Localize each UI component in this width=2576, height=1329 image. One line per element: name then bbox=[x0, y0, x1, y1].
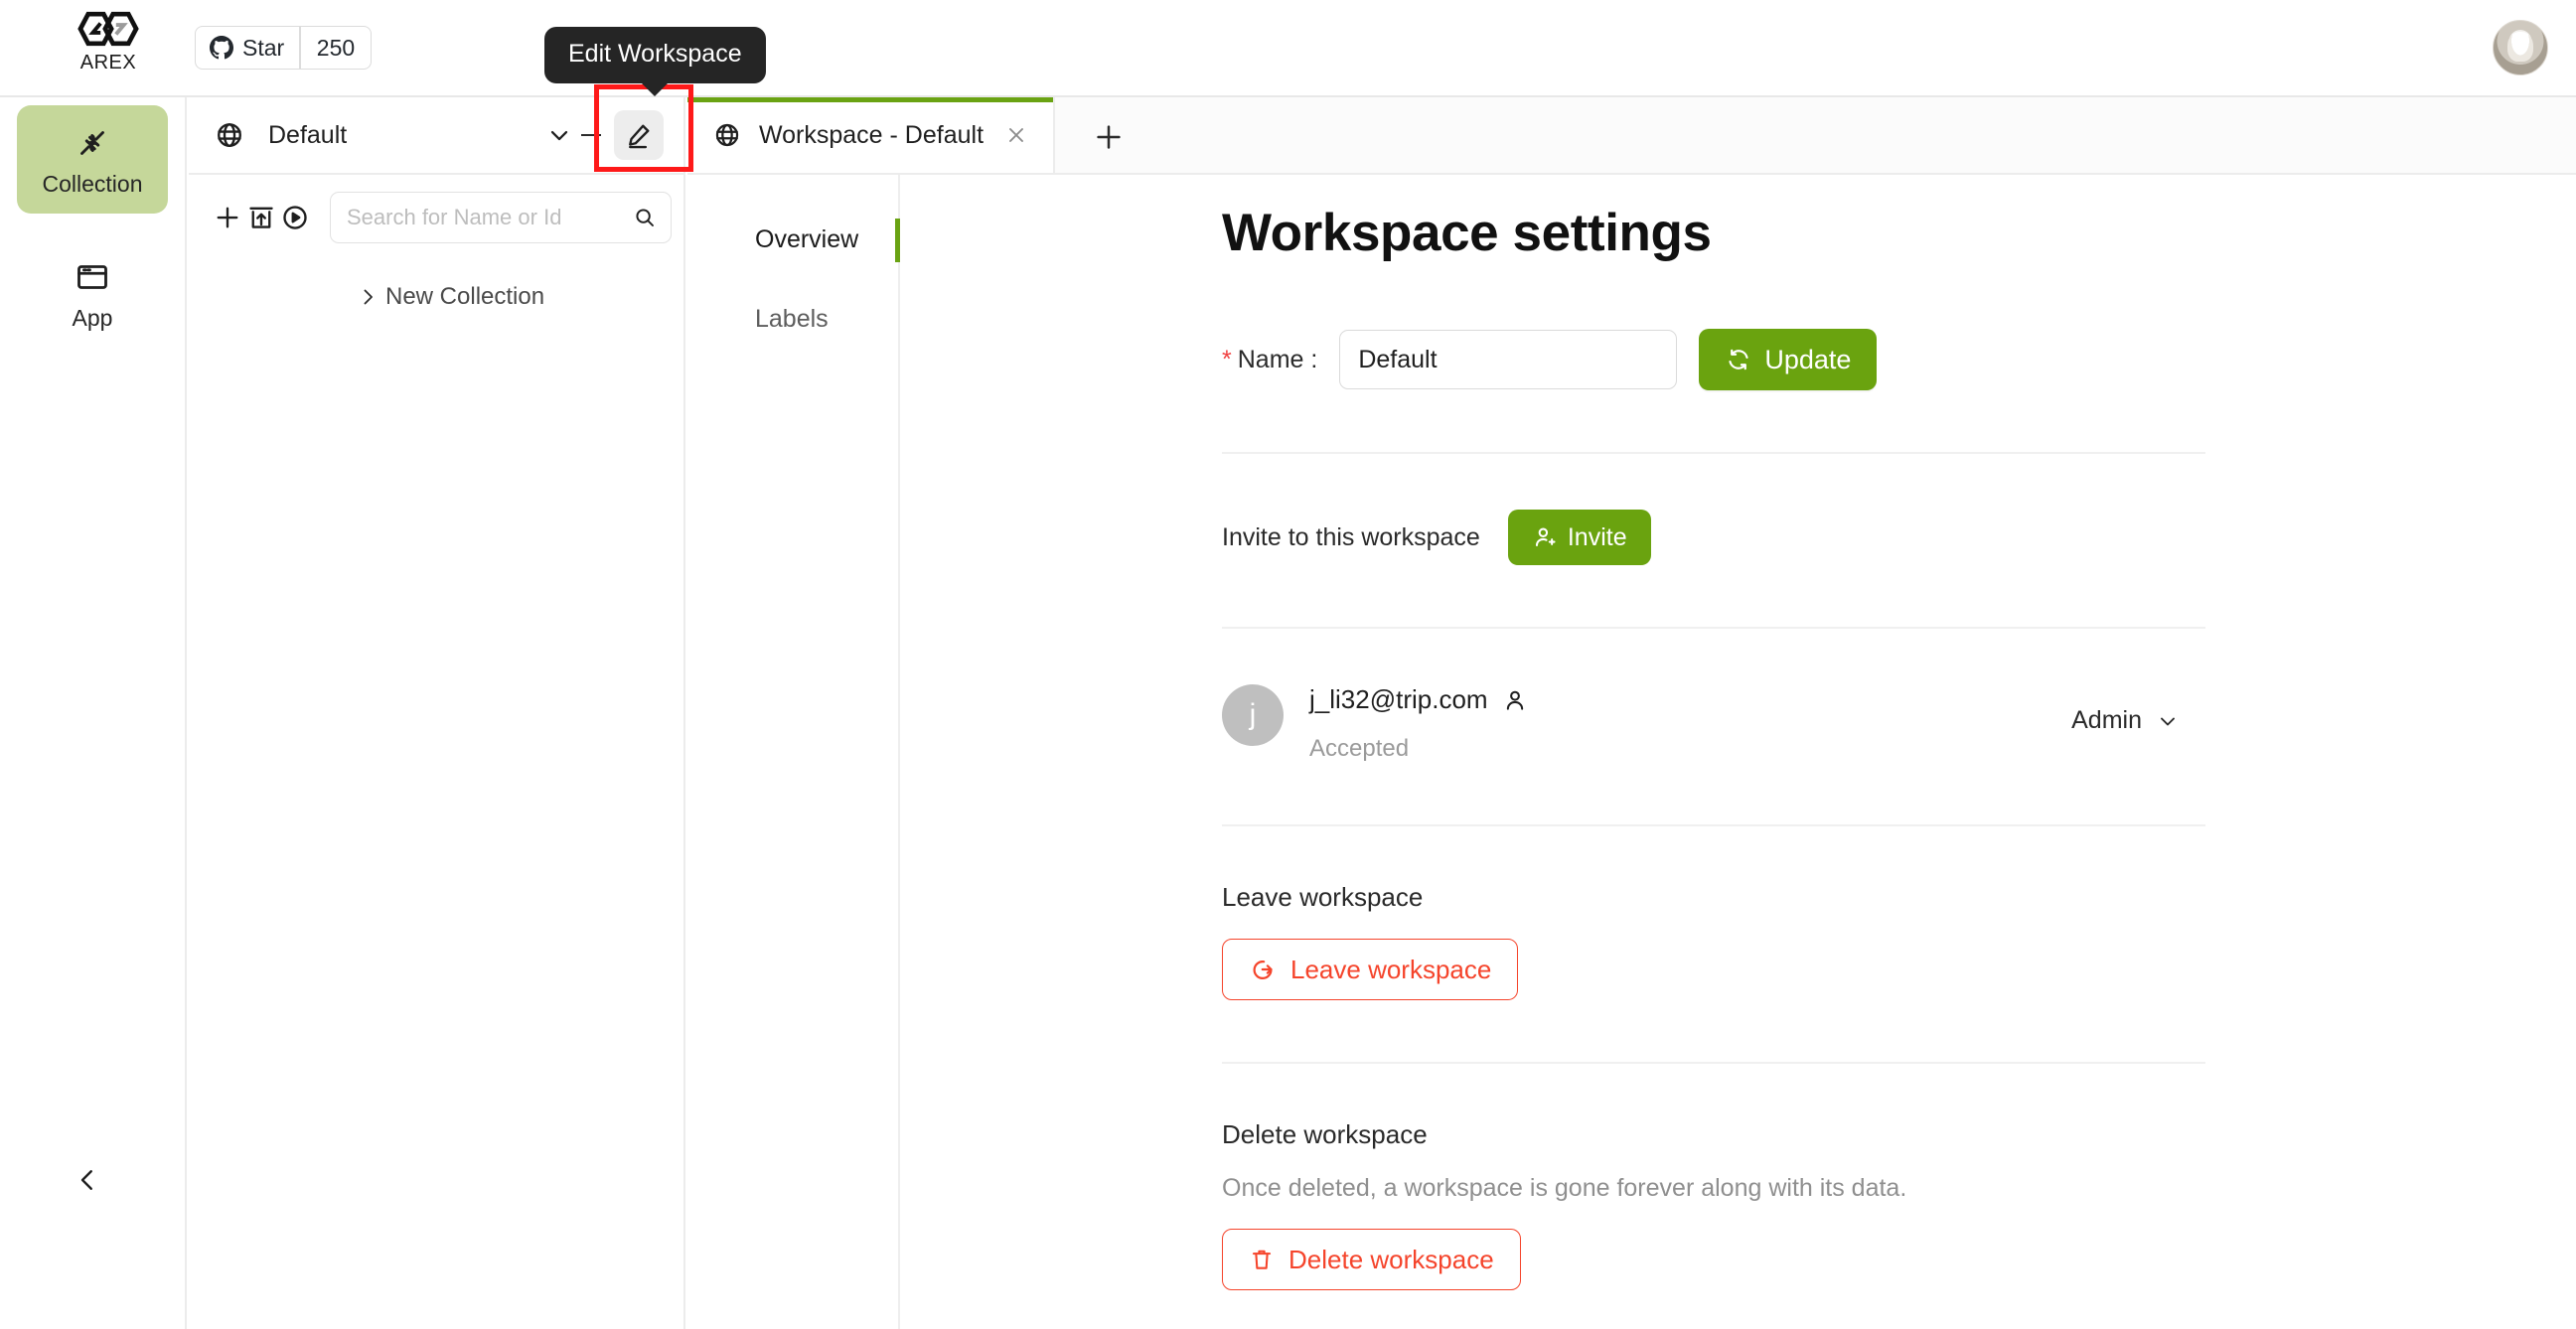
edit-workspace-button[interactable] bbox=[614, 110, 664, 160]
divider bbox=[1222, 452, 2205, 454]
delete-workspace-button-label: Delete workspace bbox=[1288, 1244, 1494, 1274]
trash-icon bbox=[1252, 1250, 1272, 1269]
api-plugin-icon bbox=[80, 131, 104, 155]
delete-workspace-button[interactable]: Delete workspace bbox=[1222, 1229, 1521, 1290]
minus-icon bbox=[578, 133, 604, 137]
chevron-right-icon[interactable] bbox=[356, 285, 385, 309]
workspace-name-row: * Name : Update bbox=[1222, 329, 2576, 390]
tab-labels[interactable]: Labels bbox=[687, 290, 898, 348]
invite-text: Invite to this workspace bbox=[1222, 522, 1480, 551]
workspace-selector-header: Default bbox=[189, 97, 683, 175]
github-star-badge[interactable]: Star 250 bbox=[195, 26, 373, 70]
settings-vertical-tabs: Overview Labels bbox=[687, 175, 900, 1329]
member-role-dropdown[interactable]: Admin bbox=[2071, 706, 2180, 735]
github-star-button[interactable]: Star bbox=[196, 27, 299, 69]
member-top: j_li32@trip.com bbox=[1309, 684, 1528, 715]
collection-toolbar bbox=[189, 175, 683, 260]
update-button[interactable]: Update bbox=[1699, 329, 1878, 390]
batch-run-button[interactable] bbox=[280, 194, 310, 241]
member-row: j j_li32@trip.com Accepted Admin bbox=[1222, 684, 2205, 763]
sidebar-item-app-label: App bbox=[72, 305, 113, 331]
avatar[interactable] bbox=[2493, 20, 2548, 75]
github-star-count[interactable]: 250 bbox=[301, 27, 371, 69]
user-icon bbox=[1506, 690, 1523, 710]
workspace-name-label: Name : bbox=[1237, 345, 1318, 373]
chevron-down-icon bbox=[550, 130, 568, 141]
invite-button[interactable]: Invite bbox=[1507, 510, 1651, 565]
plus-icon bbox=[1097, 125, 1121, 149]
add-tab-button[interactable] bbox=[1055, 101, 1162, 173]
search-icon bbox=[636, 209, 654, 226]
rail-collapse-button[interactable] bbox=[66, 1158, 109, 1202]
logout-icon bbox=[1253, 960, 1273, 980]
pencil-edit-icon bbox=[629, 124, 650, 149]
collection-tree: New Collection bbox=[189, 260, 683, 320]
search-input[interactable] bbox=[347, 205, 633, 230]
tab-overview-label: Overview bbox=[755, 224, 859, 253]
tab-workspace-default[interactable]: Workspace - Default bbox=[687, 97, 1056, 173]
chevron-left-icon bbox=[80, 1170, 92, 1190]
plus-icon bbox=[217, 207, 238, 228]
workspace-dropdown-button[interactable] bbox=[540, 116, 578, 154]
sidebar-item-app[interactable]: App bbox=[17, 239, 168, 348]
tab-strip: Workspace - Default bbox=[687, 97, 2576, 175]
tab-label: Workspace - Default bbox=[759, 120, 985, 149]
search-box[interactable] bbox=[330, 192, 672, 243]
delete-workspace-description: Once deleted, a workspace is gone foreve… bbox=[1222, 1174, 1907, 1202]
divider bbox=[1222, 627, 2205, 629]
github-icon bbox=[210, 36, 233, 60]
invite-button-label: Invite bbox=[1567, 522, 1627, 551]
sidebar-item-collection[interactable]: Collection bbox=[17, 105, 168, 214]
member-status: Accepted bbox=[1309, 735, 1410, 762]
tooltip-edit-workspace: Edit Workspace bbox=[544, 27, 766, 83]
workspace-name-input[interactable] bbox=[1339, 330, 1678, 389]
user-add-icon bbox=[1535, 527, 1556, 547]
member-body: j_li32@trip.com Accepted bbox=[1309, 684, 1528, 763]
app-root: AREX Star 250 Collection App Default Sea… bbox=[0, 0, 2576, 1329]
globe-icon bbox=[715, 123, 739, 147]
close-icon[interactable] bbox=[1001, 120, 1031, 150]
arex-logo-icon bbox=[77, 11, 139, 47]
tree-item-label: New Collection bbox=[385, 283, 545, 310]
sidebar-item-collection-label: Collection bbox=[42, 171, 143, 197]
tree-item-new-collection[interactable]: New Collection bbox=[189, 274, 683, 320]
member-role-label: Admin bbox=[2071, 706, 2142, 734]
divider bbox=[1222, 824, 2205, 826]
leave-workspace-heading: Leave workspace bbox=[1222, 882, 1424, 912]
import-collection-button[interactable] bbox=[246, 194, 276, 241]
divider bbox=[1222, 1062, 2205, 1064]
top-bar: AREX Star 250 bbox=[0, 0, 2576, 97]
page-title: Workspace settings bbox=[1222, 204, 1712, 262]
delete-workspace-heading: Delete workspace bbox=[1222, 1119, 1428, 1149]
required-mark: * bbox=[1222, 345, 1232, 373]
left-rail: Collection App bbox=[0, 97, 187, 1329]
collection-panel: Default Search for Name or Id New Collec… bbox=[189, 97, 685, 1329]
tab-overview[interactable]: Overview bbox=[687, 211, 900, 268]
add-collection-button[interactable] bbox=[213, 194, 242, 241]
tab-labels-label: Labels bbox=[755, 304, 829, 333]
member-avatar: j bbox=[1222, 684, 1284, 746]
invite-row: Invite to this workspace Invite bbox=[1222, 510, 2576, 565]
workspace-name[interactable]: Default bbox=[268, 121, 540, 150]
globe-icon bbox=[218, 123, 241, 147]
chevron-down-icon bbox=[2161, 717, 2175, 725]
brand-logo-block: AREX bbox=[50, 8, 167, 74]
play-circle-icon bbox=[283, 206, 307, 229]
refresh-icon bbox=[1729, 349, 1748, 370]
leave-workspace-button-label: Leave workspace bbox=[1290, 954, 1492, 984]
brand-name: AREX bbox=[79, 52, 137, 74]
window-icon bbox=[77, 265, 107, 289]
import-box-icon bbox=[249, 207, 273, 228]
member-email: j_li32@trip.com bbox=[1309, 684, 1488, 714]
leave-workspace-button[interactable]: Leave workspace bbox=[1222, 939, 1519, 1000]
workspace-settings-page: Overview Labels Workspace settings * Nam… bbox=[687, 175, 2576, 1329]
update-button-label: Update bbox=[1764, 344, 1852, 374]
settings-content: Workspace settings * Name : Update bbox=[900, 175, 2576, 1329]
github-star-label: Star bbox=[242, 34, 285, 61]
